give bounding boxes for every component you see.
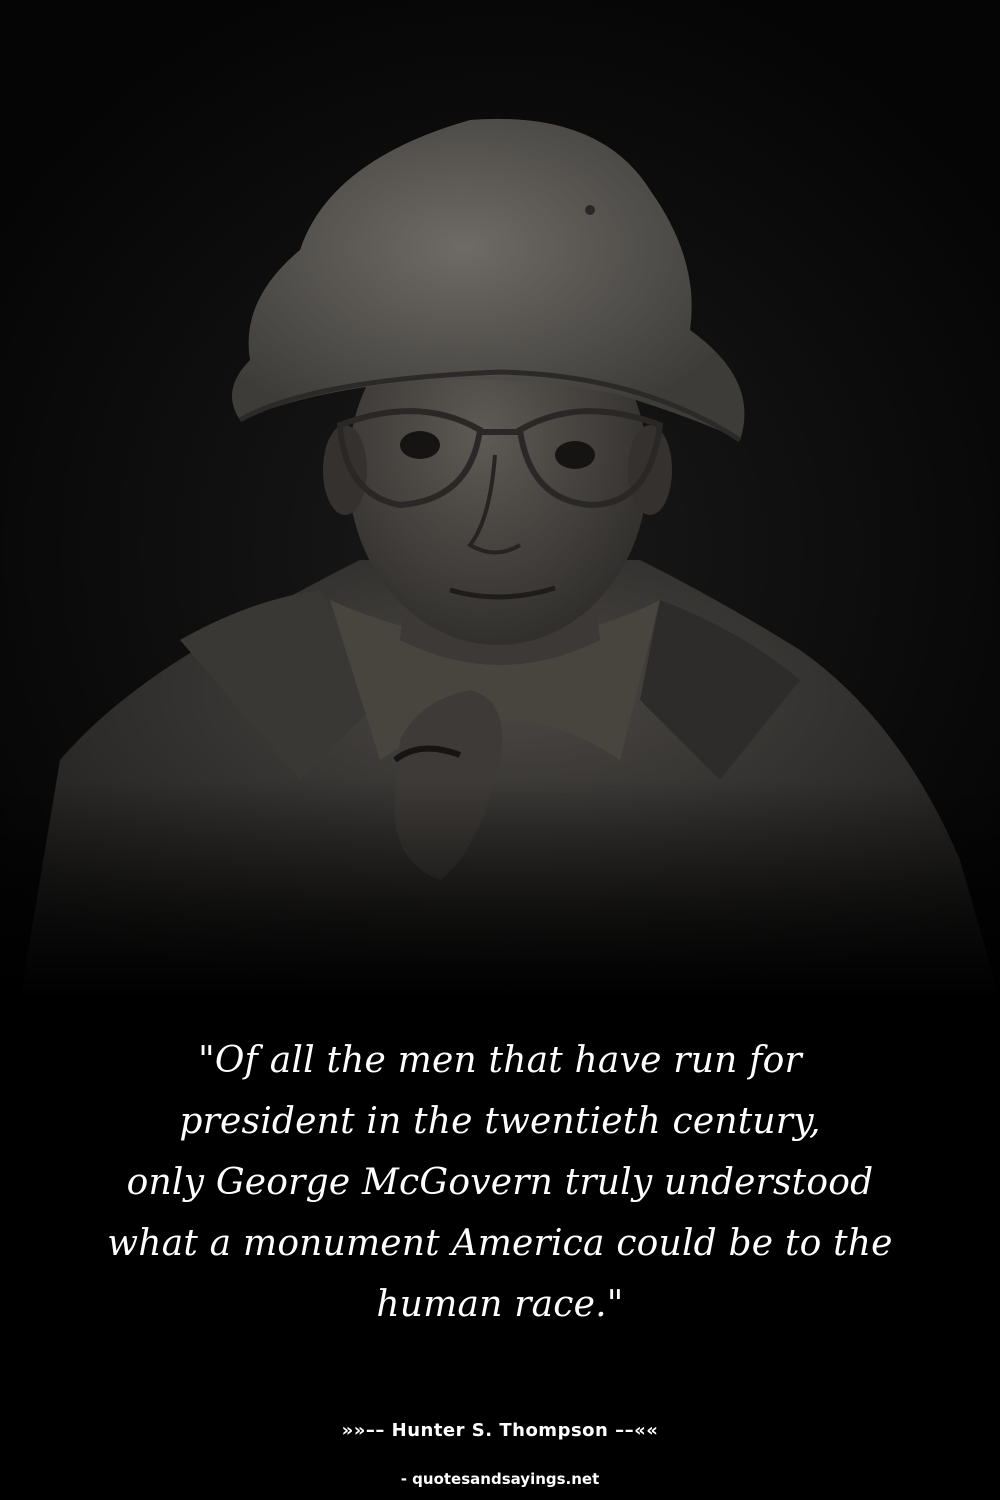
portrait-photo <box>0 0 1000 1000</box>
quote-line: "Of all the men that have run for <box>198 1040 802 1081</box>
source-credit: - quotesandsayings.net <box>400 1470 600 1488</box>
quote-line: what a monument America could be to the <box>107 1223 893 1264</box>
quote-line: only George McGovern truly understood <box>126 1162 874 1203</box>
quote-line: human race." <box>376 1284 624 1325</box>
quote-card: "Of all the men that have run for presid… <box>0 0 1000 1500</box>
quote-text: "Of all the men that have run for presid… <box>40 1030 960 1335</box>
quote-line: president in the twentieth century, <box>179 1101 821 1142</box>
quote-author: »»–– Hunter S. Thompson ––«« <box>341 1420 659 1441</box>
